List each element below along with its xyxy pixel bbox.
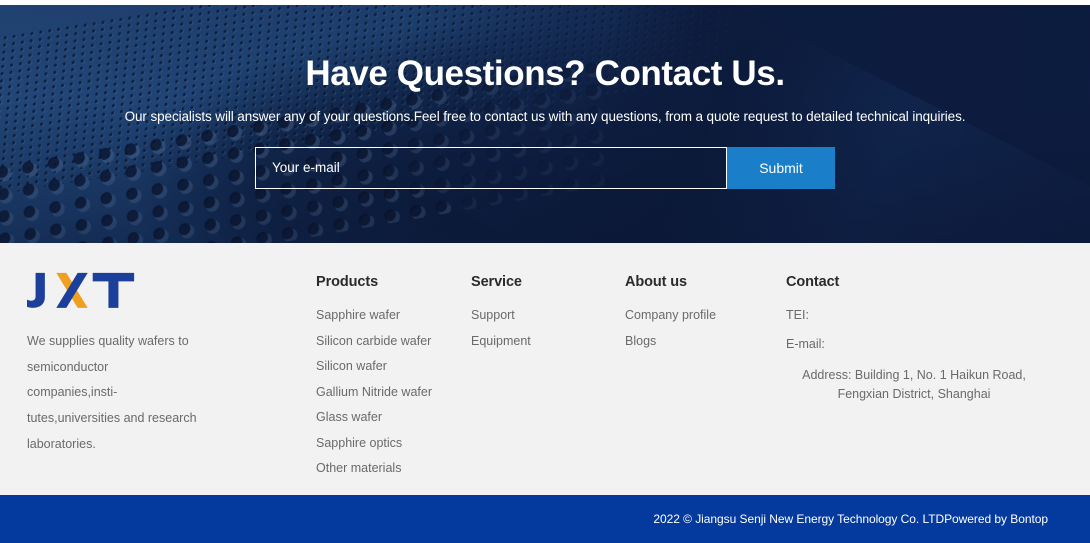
footer-list-service: Support Equipment [471, 309, 531, 347]
footer-heading-contact: Contact [786, 274, 840, 290]
footer-link-gallium-nitride-wafer[interactable]: Gallium Nitride wafer [316, 385, 432, 399]
footer-link-silicon-wafer[interactable]: Silicon wafer [316, 360, 432, 373]
footer-heading-products: Products [316, 274, 379, 290]
jxt-logo[interactable] [27, 270, 136, 310]
footer-inner: We supplies quality wafers to semiconduc… [0, 243, 1090, 495]
hero-content: Have Questions? Contact Us. Our speciali… [0, 5, 1090, 243]
footer-link-sapphire-wafer[interactable]: Sapphire wafer [316, 309, 432, 322]
hero-subtitle: Our specialists will answer any of your … [124, 108, 966, 124]
footer-link-silicon-carbide-wafer[interactable]: Silicon carbide wafer [316, 334, 432, 348]
footer-list-products: Sapphire wafer Silicon carbide wafer Sil… [316, 309, 432, 475]
contact-email: E-mail: [786, 336, 825, 351]
footer-heading-about-us: About us [625, 274, 688, 290]
contact-address: Address: Building 1, No. 1 Haikun Road, … [802, 368, 1026, 402]
footer-column-about-us: About us Company profile Blogs [625, 274, 716, 360]
footer-column-service: Service Support Equipment [471, 274, 531, 360]
copyright-text: 2022 © Jiangsu Senji New Energy Technolo… [653, 512, 1048, 526]
footer-link-company-profile[interactable]: Company profile [625, 309, 716, 322]
footer-link-other-materials[interactable]: Other materials [316, 462, 432, 475]
footer-list-about-us: Company profile Blogs [625, 309, 716, 347]
footer-link-glass-wafer[interactable]: Glass wafer [316, 411, 432, 424]
site-footer: We supplies quality wafers to semiconduc… [0, 243, 1090, 495]
footer-column-contact: Contact TEI: E-mail: Address: Building 1… [786, 274, 1051, 405]
brand-description: We supplies quality wafers to semiconduc… [27, 334, 197, 451]
bottom-bar: 2022 © Jiangsu Senji New Energy Technolo… [0, 495, 1090, 543]
footer-link-equipment[interactable]: Equipment [471, 334, 531, 348]
footer-column-products: Products Sapphire wafer Silicon carbide … [316, 274, 432, 488]
footer-heading-service: Service [471, 274, 522, 290]
footer-brand: We supplies quality wafers to semiconduc… [27, 270, 257, 457]
email-input[interactable] [255, 146, 727, 189]
contact-tel: TEI: [786, 308, 809, 322]
hero-section: Have Questions? Contact Us. Our speciali… [0, 5, 1090, 243]
submit-button[interactable]: Submit [727, 146, 835, 189]
hero-title: Have Questions? Contact Us. [305, 54, 785, 93]
footer-link-blogs[interactable]: Blogs [625, 334, 716, 348]
contact-subscribe-form: Submit [255, 146, 835, 189]
footer-link-sapphire-optics[interactable]: Sapphire optics [316, 436, 432, 450]
footer-link-support[interactable]: Support [471, 309, 531, 322]
